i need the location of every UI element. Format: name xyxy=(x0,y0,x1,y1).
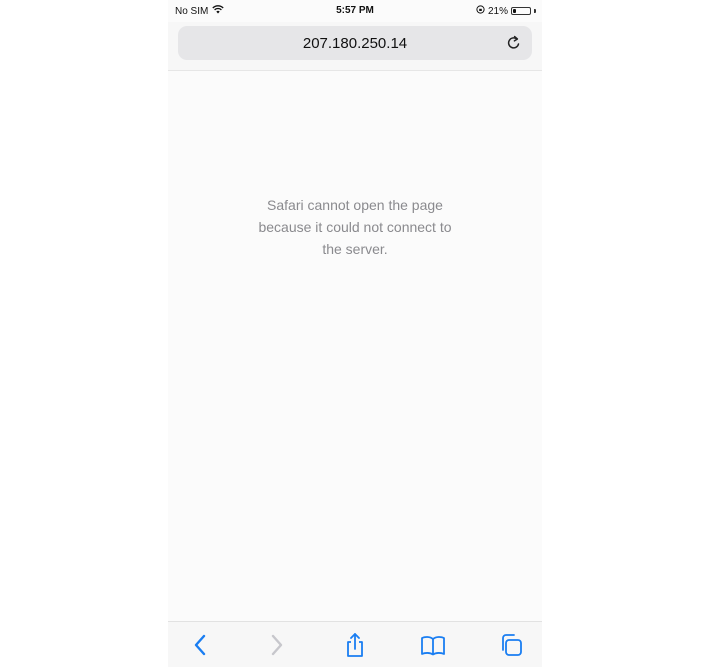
safari-screen: No SIM 5:57 PM 21% 207.180.250.14 Safari… xyxy=(168,0,542,667)
status-right: 21% xyxy=(476,5,536,17)
orientation-lock-icon xyxy=(476,5,485,17)
back-icon[interactable] xyxy=(187,632,213,658)
error-line: because it could not connect to xyxy=(258,219,452,235)
share-icon[interactable] xyxy=(342,632,368,658)
top-bar: 207.180.250.14 xyxy=(168,22,542,71)
error-line: Safari cannot open the page xyxy=(267,197,443,213)
reload-icon[interactable] xyxy=(504,33,524,53)
battery-icon xyxy=(511,7,531,15)
battery-percent: 21% xyxy=(487,5,508,17)
forward-icon[interactable] xyxy=(264,632,290,658)
battery-tip xyxy=(534,9,536,13)
url-text[interactable]: 207.180.250.14 xyxy=(178,35,532,52)
bottom-toolbar xyxy=(168,621,542,667)
address-bar[interactable]: 207.180.250.14 xyxy=(178,26,532,60)
error-message: Safari cannot open the page because it c… xyxy=(205,194,505,260)
error-line: the server. xyxy=(322,241,388,257)
bookmarks-icon[interactable] xyxy=(420,632,446,658)
battery-level xyxy=(513,9,516,13)
status-bar: No SIM 5:57 PM 21% xyxy=(168,0,542,22)
tabs-icon[interactable] xyxy=(498,632,524,658)
